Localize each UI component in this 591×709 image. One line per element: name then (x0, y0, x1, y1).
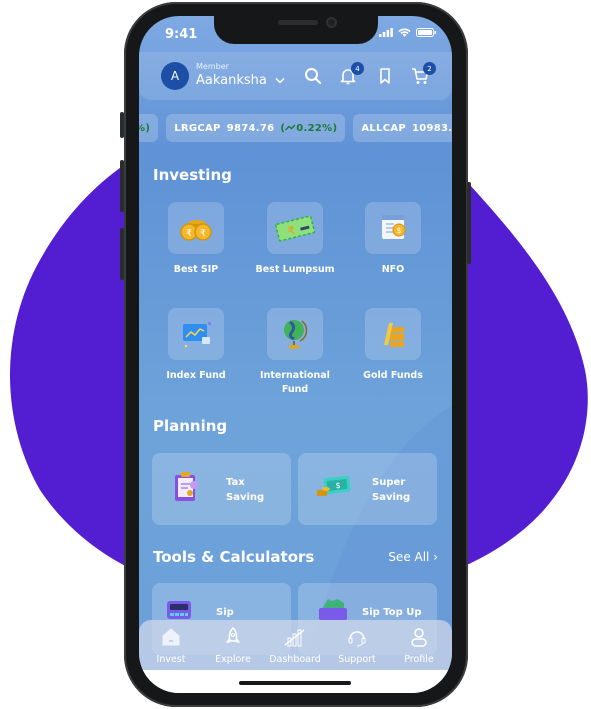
user-icon (411, 628, 427, 647)
phone-power-button (467, 182, 471, 264)
front-camera (326, 17, 337, 28)
card-label-line1: Tax (226, 477, 245, 488)
nav-item-invest[interactable]: Invest (141, 626, 201, 665)
account-switcher[interactable]: Aakanksha (196, 73, 285, 88)
svg-text:$: $ (335, 481, 340, 490)
member-label: Member (196, 62, 229, 71)
ticker-item[interactable]: %) (139, 114, 159, 142)
nav-label: Dashboard (269, 654, 321, 665)
app-header: A Member Aakanksha 4 2 (139, 52, 452, 100)
calculator-icon (167, 601, 191, 619)
search-icon[interactable] (303, 66, 323, 86)
chevron-down-icon (275, 77, 285, 84)
status-icons (379, 28, 436, 37)
app-screen: 9:41 A Member Aakanksha 4 2 %) LRGCAP 98… (139, 16, 452, 693)
cart-badge: 2 (423, 62, 436, 75)
svg-text:$: $ (396, 226, 401, 235)
phone-volume-up (120, 160, 124, 212)
home-icon (162, 628, 180, 646)
section-title-investing: Investing (153, 166, 232, 184)
nav-label: Profile (404, 654, 434, 665)
investing-item-label: NFO (381, 264, 405, 275)
nav-item-dashboard[interactable]: Dashboard (265, 626, 325, 665)
nav-item-explore[interactable]: Explore (203, 626, 263, 665)
chart-screen-icon (168, 308, 224, 360)
tool-label: Sip Top Up (362, 607, 422, 618)
gold-bars-icon (365, 308, 421, 360)
ticker-name: ALLCAP (361, 122, 407, 134)
user-name: Aakanksha (196, 73, 267, 88)
speaker (278, 20, 318, 25)
ticker-item[interactable]: LRGCAP 9874.76 (0.22%) (166, 114, 346, 142)
nav-item-profile[interactable]: Profile (389, 626, 449, 665)
trend-up-icon (285, 124, 296, 130)
phone-notch (214, 16, 378, 44)
home-indicator[interactable] (239, 681, 351, 685)
coins-icon: ₹ ₹ (168, 202, 224, 254)
phone-side-button (120, 112, 124, 138)
section-title-tools: Tools & Calculators (153, 548, 315, 566)
bottom-nav: Invest Explore Dashboard Support Profile (139, 620, 452, 670)
wallet-icon (319, 599, 347, 620)
nav-label: Invest (156, 654, 186, 665)
nav-item-support[interactable]: Support (327, 626, 387, 665)
signal-icon (379, 28, 393, 37)
investing-item-label: Best SIP (173, 264, 219, 275)
tool-label: Sip (216, 607, 234, 618)
svg-text:₹: ₹ (186, 229, 192, 239)
home-indicator-area (139, 670, 452, 693)
planning-card-tax-saving[interactable]: Tax Saving (152, 453, 291, 525)
card-label-line2: Saving (372, 492, 411, 503)
ticker-change: %) (139, 122, 151, 134)
headset-icon (348, 631, 366, 647)
market-ticker[interactable]: %) LRGCAP 9874.76 (0.22%) ALLCAP 10983.3 (139, 114, 452, 142)
nav-label: Explore (215, 654, 251, 665)
cash-coins-icon: $ (317, 475, 351, 496)
card-label-line2: Saving (226, 492, 265, 503)
wifi-icon (398, 28, 411, 37)
rocket-icon (225, 626, 241, 643)
phone-volume-down (120, 228, 124, 280)
svg-text:₹: ₹ (200, 229, 206, 239)
investing-item-label: Gold Funds (363, 370, 423, 381)
battery-icon (416, 28, 436, 37)
notification-badge: 4 (351, 62, 364, 75)
investing-item-label: Index Fund (166, 370, 226, 381)
section-title-planning: Planning (153, 417, 228, 435)
document-coin-icon: $ (365, 202, 421, 254)
card-label-line1: Super (372, 477, 406, 488)
avatar[interactable]: A (161, 62, 189, 90)
status-time: 9:41 (165, 27, 198, 42)
ticker-value: 9874.76 (226, 122, 275, 134)
ticker-name: LRGCAP (174, 122, 221, 134)
bookmark-icon[interactable] (375, 66, 395, 86)
see-all-link[interactable]: See All › (388, 550, 438, 564)
globe-icon (267, 308, 323, 360)
planning-card-super-saving[interactable]: $ Super Saving (298, 453, 437, 525)
nav-label: Support (338, 654, 376, 665)
ticker-value: 10983.3 (412, 122, 452, 134)
banknote-icon: ₹ (267, 202, 323, 254)
clipboard-icon (175, 472, 198, 501)
investing-item-label: Best Lumpsum (255, 264, 335, 275)
ticker-change: (0.22%) (280, 122, 338, 134)
investing-item-label: International Fund (260, 370, 330, 395)
bar-chart-icon (284, 629, 305, 647)
ticker-item[interactable]: ALLCAP 10983.3 (353, 114, 452, 142)
